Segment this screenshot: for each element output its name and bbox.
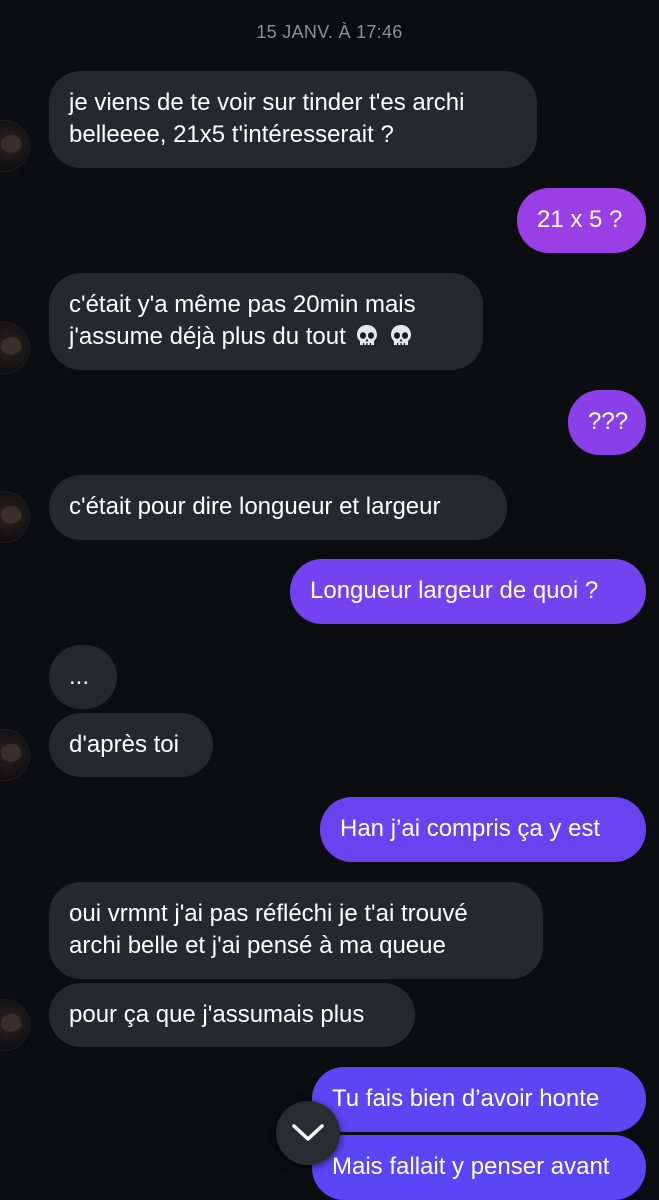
message-bubble-incoming[interactable]: d'après toi: [49, 713, 213, 777]
message-text: 21 x 5 ?: [537, 206, 623, 233]
message-text: Han j’ai compris ça y est: [340, 815, 601, 842]
message-text: archi belle et j'ai pensé à ma queue: [69, 932, 446, 959]
message-bubble-incoming[interactable]: ...: [49, 645, 117, 709]
message-text: ...: [69, 663, 90, 690]
message-bubble-outgoing[interactable]: ???: [568, 390, 646, 455]
contact-avatar[interactable]: [0, 491, 30, 543]
message-text: Longueur largeur de quoi ?: [310, 577, 599, 604]
message-bubble-outgoing[interactable]: Longueur largeur de quoi ?: [290, 559, 646, 624]
message-bubble-outgoing[interactable]: Han j’ai compris ça y est: [320, 797, 646, 862]
conversation-timestamp: 15 JANV. À 17:46: [256, 22, 403, 42]
message-text: c'était pour dire longueur et largeur: [69, 493, 441, 520]
message-bubble-incoming[interactable]: oui vrmnt j'ai pas réfléchi je t'ai trou…: [49, 882, 543, 979]
message-bubble-outgoing[interactable]: Tu fais bien d’avoir honte: [312, 1067, 646, 1132]
message-text: j'assume déjà plus du tout: [69, 323, 346, 350]
message-text: ???: [588, 408, 629, 435]
message-bubble-incoming[interactable]: je viens de te voir sur tinder t'es arch…: [49, 71, 537, 168]
contact-avatar[interactable]: [0, 729, 30, 781]
message-bubble-incoming[interactable]: c'était pour dire longueur et largeur: [49, 475, 507, 540]
skull-icon: [356, 325, 377, 345]
skull-icon: [390, 325, 411, 345]
message-text: belleeee, 21x5 t'intéresserait ?: [69, 121, 394, 148]
message-text: je viens de te voir sur tinder t'es arch…: [69, 89, 465, 116]
message-text: Mais fallait y penser avant: [332, 1153, 610, 1180]
message-text: oui vrmnt j'ai pas réfléchi je t'ai trou…: [69, 900, 468, 927]
message-text: Tu fais bien d’avoir honte: [332, 1085, 600, 1112]
contact-avatar[interactable]: [0, 120, 30, 172]
chevron-down-icon: [292, 1124, 324, 1141]
scroll-to-bottom-button[interactable]: [276, 1101, 340, 1165]
message-bubble-incoming[interactable]: pour ça que j'assumais plus: [49, 983, 415, 1047]
message-text: d'après toi: [69, 731, 179, 758]
message-text: c'était y'a même pas 20min mais: [69, 291, 416, 318]
message-bubble-outgoing[interactable]: 21 x 5 ?: [517, 188, 646, 253]
contact-avatar[interactable]: [0, 322, 30, 374]
contact-avatar[interactable]: [0, 999, 30, 1051]
message-bubble-outgoing[interactable]: Mais fallait y penser avant: [312, 1135, 646, 1200]
message-text: pour ça que j'assumais plus: [69, 1001, 365, 1028]
message-bubble-incoming[interactable]: c'était y'a même pas 20min mais j'assume…: [49, 273, 483, 370]
